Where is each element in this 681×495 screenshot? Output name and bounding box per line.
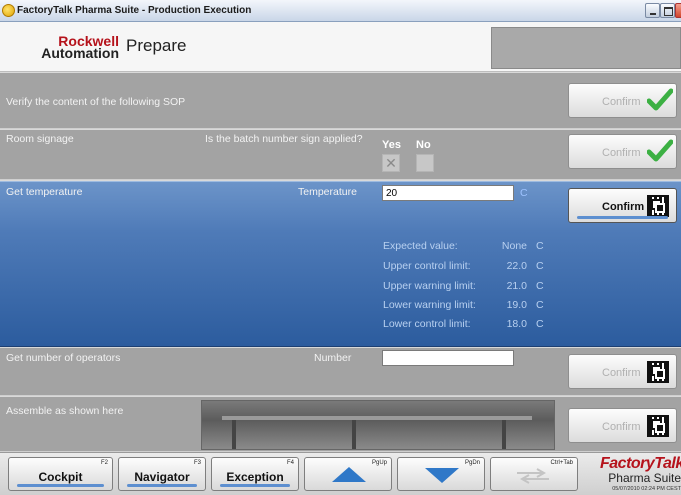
assembly-image-part — [222, 416, 532, 420]
confirm-button[interactable]: Confirm — [568, 408, 677, 443]
upper-warning-limit-value: 21.0 — [506, 280, 527, 292]
cockpit-label: Cockpit — [38, 470, 83, 484]
step-label: Get temperature — [6, 186, 83, 198]
barcode-icon — [647, 415, 669, 437]
minimize-button[interactable] — [645, 3, 660, 18]
lower-warning-limit-label: Lower warning limit: — [383, 299, 476, 311]
no-checkbox[interactable] — [416, 154, 434, 172]
navigator-label: Navigator — [134, 470, 190, 484]
cockpit-shortcut: F2 — [100, 460, 108, 466]
confirm-button[interactable]: Confirm — [568, 188, 677, 223]
assembly-image — [201, 400, 555, 450]
barcode-icon — [647, 195, 669, 217]
temperature-label: Temperature — [298, 186, 357, 198]
upper-warning-limit-label: Upper warning limit: — [383, 280, 476, 292]
window-title: FactoryTalk Pharma Suite - Production Ex… — [17, 5, 252, 16]
header-info-panel — [491, 27, 681, 69]
page-down-shortcut: PgDn — [464, 460, 480, 466]
upper-warning-limit-unit: C — [536, 280, 544, 292]
lower-control-limit-value: 18.0 — [506, 318, 527, 330]
check-icon — [647, 139, 673, 162]
exception-button[interactable]: Exception F4 — [211, 457, 299, 491]
page-header: Rockwell Automation Prepare — [0, 22, 681, 72]
switch-window-shortcut: Ctrl+Tab — [550, 460, 573, 466]
expected-value-label: Expected value: — [383, 240, 458, 252]
step-label: Get number of operators — [6, 352, 121, 364]
navigator-shortcut: F3 — [193, 460, 201, 466]
close-button[interactable] — [675, 3, 681, 18]
step-question: Is the batch number sign applied? — [205, 133, 363, 145]
arrow-up-icon — [332, 467, 366, 482]
number-label: Number — [314, 352, 352, 364]
switch-window-button[interactable]: Ctrl+Tab — [490, 457, 578, 491]
confirm-label: Confirm — [602, 367, 641, 379]
window-titlebar: FactoryTalk Pharma Suite - Production Ex… — [0, 0, 681, 22]
arrow-down-icon — [425, 468, 459, 483]
yes-label: Yes — [382, 139, 401, 151]
factorytalk-logo: FactoryTalk Pharma Suite 05/07/2010 02:2… — [600, 455, 681, 492]
step-row-room-signage: Room signage Is the batch number sign ap… — [0, 130, 681, 180]
navigator-button[interactable]: Navigator F3 — [118, 457, 206, 491]
lower-control-limit-label: Lower control limit: — [383, 318, 471, 330]
assembly-image-part — [352, 420, 356, 449]
upper-control-limit-unit: C — [536, 260, 544, 272]
temperature-unit: C — [520, 187, 528, 199]
check-icon — [647, 88, 673, 111]
confirm-label: Confirm — [602, 421, 641, 433]
footer-toolbar: Cockpit F2 Navigator F3 Exception F4 PgU… — [0, 452, 681, 495]
page-title: Prepare — [126, 36, 187, 55]
swap-arrows-icon — [517, 468, 549, 484]
step-label: Room signage — [6, 133, 74, 145]
lower-warning-limit-value: 19.0 — [506, 299, 527, 311]
expected-value: None — [501, 240, 527, 252]
expected-value-unit: C — [536, 240, 544, 252]
exception-shortcut: F4 — [286, 460, 294, 466]
rockwell-logo: Rockwell Automation — [41, 33, 119, 61]
confirm-button[interactable]: Confirm — [568, 83, 677, 118]
lower-control-limit-unit: C — [536, 318, 544, 330]
confirm-button[interactable]: Confirm — [568, 134, 677, 169]
page-up-button[interactable]: PgUp — [304, 457, 392, 491]
barcode-icon — [647, 361, 669, 383]
timestamp: 05/07/2010 02:24 PM CEST — [612, 486, 681, 492]
yes-checkbox[interactable]: ✕ — [382, 154, 400, 172]
step-label: Verify the content of the following SOP — [6, 96, 186, 108]
app-icon — [2, 4, 15, 17]
step-row-number-of-operators: Get number of operators Number Confirm — [0, 348, 681, 396]
step-row-verify-sop: Verify the content of the following SOP … — [0, 73, 681, 129]
number-input[interactable] — [382, 350, 514, 366]
page-up-shortcut: PgUp — [371, 460, 387, 466]
confirm-label: Confirm — [602, 201, 645, 213]
upper-control-limit-label: Upper control limit: — [383, 260, 471, 272]
confirm-label: Confirm — [602, 147, 641, 159]
upper-control-limit-value: 22.0 — [506, 260, 527, 272]
maximize-button[interactable] — [660, 3, 675, 18]
confirm-button[interactable]: Confirm — [568, 354, 677, 389]
confirm-label: Confirm — [602, 96, 641, 108]
temperature-input[interactable] — [382, 185, 514, 201]
lower-warning-limit-unit: C — [536, 299, 544, 311]
step-row-get-temperature: Get temperature Temperature C Confirm Ex… — [0, 181, 681, 347]
assembly-image-part — [502, 420, 506, 449]
exception-label: Exception — [226, 470, 284, 484]
assembly-image-part — [232, 420, 236, 449]
step-label: Assemble as shown here — [6, 405, 124, 417]
no-label: No — [416, 139, 431, 151]
cockpit-button[interactable]: Cockpit F2 — [8, 457, 113, 491]
page-down-button[interactable]: PgDn — [397, 457, 485, 491]
